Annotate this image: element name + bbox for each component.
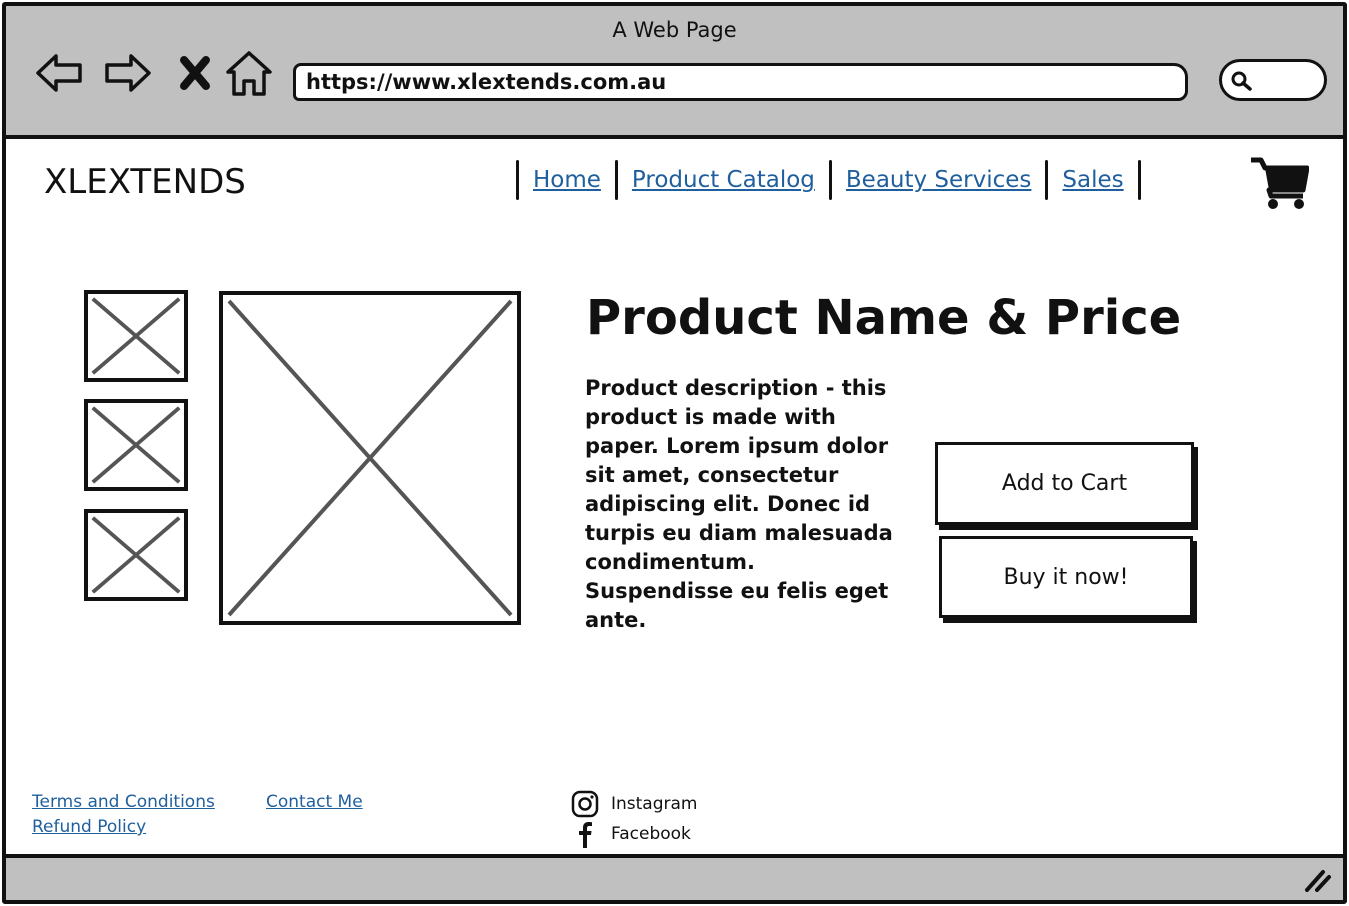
forward-arrow-icon[interactable] [103,48,153,98]
footer-link-refund[interactable]: Refund Policy [32,817,146,837]
add-to-cart-button[interactable]: Add to Cart [935,442,1194,525]
buy-now-button[interactable]: Buy it now! [939,536,1193,618]
product-thumbnail[interactable] [84,290,188,382]
nav-separator [1045,160,1049,200]
window-title: A Web Page [612,18,737,42]
product-thumbnail[interactable] [84,509,188,601]
social-link-instagram[interactable]: Instagram [571,790,698,818]
instagram-icon [571,790,599,818]
nav-link-product-catalog[interactable]: Product Catalog [632,167,815,193]
product-description: Product description - this product is ma… [585,376,893,632]
search-field[interactable] [1219,59,1327,101]
url-input[interactable]: https://www.xlextends.com.au [293,63,1188,101]
browser-chrome: A Web Page https://www.xlextends.com.au [6,6,1343,139]
resize-grip-icon[interactable] [1301,864,1333,894]
facebook-icon [579,822,592,848]
main-navigation: Home Product Catalog Beauty Services Sal… [516,158,1155,202]
nav-separator [1137,160,1141,200]
footer-link-contact[interactable]: Contact Me [266,792,363,812]
facebook-label: Facebook [611,824,691,844]
browser-window: A Web Page https://www.xlextends.com.au … [2,2,1347,904]
home-icon[interactable] [224,48,274,98]
nav-separator [516,160,519,200]
nav-separator [614,160,618,200]
browser-status-bar [6,854,1343,900]
social-link-facebook[interactable]: Facebook [571,820,691,848]
nav-separator [828,160,832,200]
product-thumbnail[interactable] [84,399,188,491]
shopping-cart-icon[interactable] [1249,156,1310,212]
instagram-label: Instagram [611,794,698,814]
product-title: Product Name & Price [586,290,1182,346]
product-main-image [219,291,521,625]
nav-link-beauty-services[interactable]: Beauty Services [846,167,1032,193]
nav-link-sales[interactable]: Sales [1062,167,1123,193]
footer-link-terms[interactable]: Terms and Conditions [32,792,215,812]
brand-logo[interactable]: XLEXTENDS [44,162,246,202]
close-x-icon[interactable] [172,48,218,98]
search-icon [1231,71,1252,91]
back-arrow-icon[interactable] [34,48,84,98]
nav-link-home[interactable]: Home [533,167,601,193]
